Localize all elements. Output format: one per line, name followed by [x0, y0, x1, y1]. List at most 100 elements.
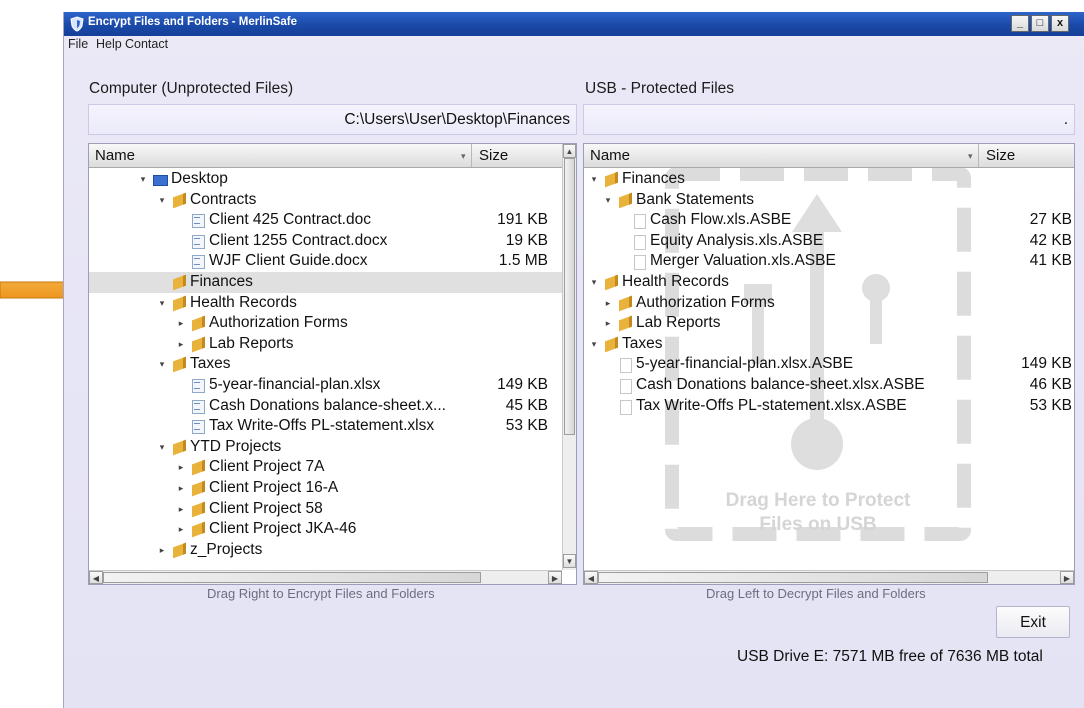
folder-icon	[618, 296, 632, 310]
minimize-button[interactable]: _	[1011, 15, 1029, 32]
tree-row[interactable]: WJF Client Guide.docx 1.5 MB	[89, 251, 562, 272]
tree-row[interactable]: 5-year-financial-plan.xlsx 149 KB	[89, 375, 562, 396]
menu-file[interactable]: File	[68, 37, 88, 51]
tree-row-size: 41 KB	[1029, 252, 1072, 270]
menu-contact[interactable]: Contact	[125, 37, 168, 51]
tree-row[interactable]: ▾ Contracts	[89, 190, 562, 211]
expand-arrow-open-icon[interactable]: ▾	[137, 169, 149, 189]
tree-row-size: 53 KB	[1029, 396, 1072, 414]
close-button[interactable]: x	[1051, 15, 1069, 32]
right-hscroll-thumb[interactable]	[598, 572, 988, 583]
tree-row[interactable]: ▾ YTD Projects	[89, 437, 562, 458]
scroll-right-arrow-icon[interactable]: ▶	[548, 571, 562, 584]
left-col-size-header[interactable]: Size	[479, 147, 508, 164]
expand-arrow-closed-icon[interactable]: ▸	[602, 313, 614, 333]
left-file-tree[interactable]: Name ▾ Size ▾ Desktop ▾ Contracts Client 425…	[88, 143, 577, 585]
tree-row[interactable]: ▸ z_Projects	[89, 540, 562, 561]
tree-row-label: Client 1255 Contract.docx	[209, 231, 388, 249]
tree-row-label: Lab Reports	[209, 334, 294, 352]
tree-row-size: 149 KB	[1021, 355, 1072, 373]
scroll-left-arrow-icon[interactable]: ◀	[584, 571, 598, 584]
scroll-up-arrow-icon[interactable]: ▲	[563, 144, 576, 158]
expand-arrow-open-icon[interactable]: ▾	[588, 334, 600, 354]
menu-bar: File Help Contact	[64, 36, 1084, 53]
right-col-name-header[interactable]: Name	[590, 147, 630, 164]
expand-arrow-open-icon[interactable]: ▾	[156, 437, 168, 457]
tree-row[interactable]: ▸ Client Project 58	[89, 499, 562, 520]
expand-arrow-closed-icon[interactable]: ▸	[175, 313, 187, 333]
folder-icon	[604, 172, 618, 186]
usb-drive-status: USB Drive E: 7571 MB free of 7636 MB tot…	[737, 648, 1043, 665]
column-divider[interactable]	[978, 144, 979, 167]
right-horizontal-scrollbar[interactable]: ◀ ▶	[584, 570, 1074, 584]
expand-arrow-open-icon[interactable]: ▾	[156, 293, 168, 313]
right-col-size-header[interactable]: Size	[986, 147, 1015, 164]
tree-row-label: 5-year-financial-plan.xlsx	[209, 376, 381, 393]
tree-row[interactable]: 5-year-financial-plan.xlsx.ASBE 149 KB	[584, 354, 1074, 375]
tree-row[interactable]: ▾ Health Records	[89, 293, 562, 314]
desktop-icon	[153, 172, 168, 186]
expand-arrow-closed-icon[interactable]: ▸	[156, 540, 168, 560]
expand-arrow-closed-icon[interactable]: ▸	[175, 519, 187, 539]
tree-row[interactable]: ▸ Lab Reports	[584, 313, 1074, 334]
right-file-tree[interactable]: Drag Here to Protect Files on USB Name ▾…	[583, 143, 1075, 585]
tree-row[interactable]: Equity Analysis.xls.ASBE 42 KB	[584, 231, 1074, 252]
expand-arrow-closed-icon[interactable]: ▸	[175, 478, 187, 498]
tree-row[interactable]: ▾ Desktop	[89, 169, 562, 190]
expand-arrow-open-icon[interactable]: ▾	[588, 272, 600, 292]
tree-row[interactable]: Finances	[89, 272, 562, 293]
menu-help[interactable]: Help	[96, 37, 122, 51]
left-hscroll-thumb[interactable]	[103, 572, 481, 583]
tree-row[interactable]: ▾ Taxes	[89, 354, 562, 375]
tree-row-size: 149 KB	[497, 376, 548, 393]
tree-row[interactable]: ▾ Finances	[584, 169, 1074, 190]
right-path-bar[interactable]: .	[583, 104, 1075, 135]
scroll-right-arrow-icon[interactable]: ▶	[1060, 571, 1074, 584]
left-path-bar[interactable]: C:\Users\User\Desktop\Finances	[88, 104, 577, 135]
expand-arrow-closed-icon[interactable]: ▸	[175, 334, 187, 354]
tree-row[interactable]: Tax Write-Offs PL-statement.xlsx 53 KB	[89, 416, 562, 437]
document-icon	[191, 213, 205, 229]
right-path-text: .	[1063, 111, 1068, 128]
exit-button[interactable]: Exit	[996, 606, 1070, 638]
folder-icon	[191, 460, 205, 474]
tree-row[interactable]: ▾ Taxes	[584, 334, 1074, 355]
tree-row[interactable]: Cash Donations balance-sheet.x... 45 KB	[89, 396, 562, 417]
tree-row[interactable]: Cash Donations balance-sheet.xlsx.ASBE 46…	[584, 375, 1074, 396]
tree-row[interactable]: Client 1255 Contract.docx 19 KB	[89, 231, 562, 252]
tree-row[interactable]: ▸ Client Project 16-A	[89, 478, 562, 499]
left-horizontal-scrollbar[interactable]: ◀ ▶	[89, 570, 562, 584]
expand-arrow-closed-icon[interactable]: ▸	[602, 293, 614, 313]
tree-row[interactable]: ▸ Client Project 7A	[89, 457, 562, 478]
column-divider[interactable]	[471, 144, 472, 167]
restore-button[interactable]: □	[1031, 15, 1049, 32]
tree-row-label: Taxes	[190, 355, 231, 373]
left-col-name-header[interactable]: Name	[95, 147, 135, 164]
tree-row[interactable]: ▸ Lab Reports	[89, 334, 562, 355]
expand-arrow-open-icon[interactable]: ▾	[588, 169, 600, 189]
expand-arrow-closed-icon[interactable]: ▸	[175, 457, 187, 477]
tree-row[interactable]: ▸ Authorization Forms	[89, 313, 562, 334]
tree-row[interactable]: Client 425 Contract.doc 191 KB	[89, 210, 562, 231]
folder-icon	[191, 522, 205, 536]
tree-row[interactable]: Cash Flow.xls.ASBE 27 KB	[584, 210, 1074, 231]
tree-row[interactable]: ▸ Client Project JKA-46	[89, 519, 562, 540]
right-drag-hint: Drag Left to Decrypt Files and Folders	[706, 586, 926, 601]
scroll-down-arrow-icon[interactable]: ▼	[563, 554, 576, 568]
left-vertical-scrollbar[interactable]: ▲ ▼	[562, 144, 576, 570]
tree-row[interactable]: ▾ Health Records	[584, 272, 1074, 293]
folder-icon	[172, 357, 186, 371]
tree-row[interactable]: ▸ Authorization Forms	[584, 293, 1074, 314]
scroll-left-arrow-icon[interactable]: ◀	[89, 571, 103, 584]
tree-row[interactable]: Merger Valuation.xls.ASBE 41 KB	[584, 251, 1074, 272]
expand-arrow-closed-icon[interactable]: ▸	[175, 499, 187, 519]
left-scroll-thumb[interactable]	[564, 158, 575, 435]
tree-row-label: Taxes	[622, 334, 663, 352]
expand-arrow-open-icon[interactable]: ▾	[602, 190, 614, 210]
tree-row-label: Client Project 58	[209, 499, 323, 517]
expand-arrow-open-icon[interactable]: ▾	[156, 190, 168, 210]
tree-row[interactable]: Tax Write-Offs PL-statement.xlsx.ASBE 53 …	[584, 396, 1074, 417]
tree-row[interactable]: ▾ Bank Statements	[584, 190, 1074, 211]
expand-arrow-open-icon[interactable]: ▾	[156, 354, 168, 374]
folder-icon	[191, 337, 205, 351]
